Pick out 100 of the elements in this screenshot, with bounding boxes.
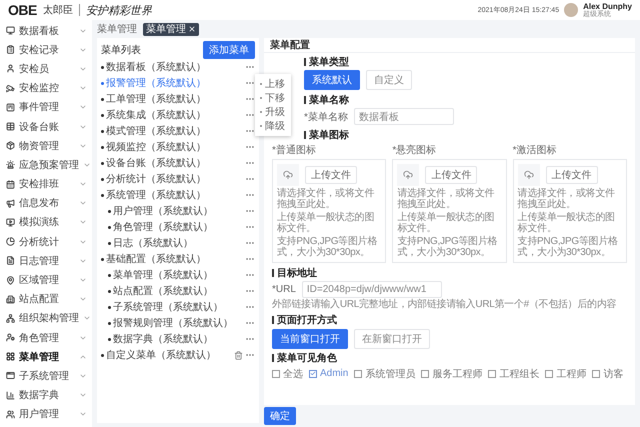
bullet-icon [108,242,111,244]
bullet-icon [101,82,104,84]
upload-cloud-icon [518,164,540,186]
sidebar-item[interactable]: 组织架构管理 [0,308,92,328]
section-heading: 页面打开方式 [277,313,337,327]
section-heading: 菜单名称 [309,94,349,106]
sidebar-item[interactable]: 安检员 [0,59,92,79]
upload-button[interactable]: 上传文件 [425,166,478,184]
bullet-icon [101,162,104,164]
sidebar-item[interactable]: 模拟演练 [0,212,92,232]
menu-tree-item[interactable]: 菜单管理（系统默认） [113,268,243,282]
context-menu-item[interactable]: 上移 [255,77,291,91]
menu-tree-item[interactable]: 自定义菜单（系统默认） [106,348,232,362]
sidebar-item[interactable]: 站点配置 [0,290,92,309]
upload-button[interactable]: 上传文件 [305,166,357,184]
open-mode-button[interactable]: 当前窗口打开 [272,328,348,348]
type-option-button[interactable]: 系统默认 [304,70,360,90]
bullet-icon [108,210,111,212]
bullet-icon [108,274,111,276]
menu-tree-item[interactable]: 系统集成（系统默认） [106,108,243,122]
sidebar-item[interactable]: 区域管理 [0,270,92,290]
page-tab[interactable]: 菜单管理 [143,22,199,36]
checkbox[interactable] [545,370,554,378]
upload-hint: 支持PNG,JPG等图片格式，大小为30*30px。 [518,237,619,258]
monitor-icon [6,26,15,36]
context-menu-item[interactable]: 降级 [255,119,291,133]
upload-hint: 上传菜单一般状态的图标文件。 [397,213,496,234]
sidebar-item[interactable]: 数据看板 [0,21,92,40]
menu-tree-item[interactable]: 工单管理（系统默认） [106,92,243,106]
sidebar-item[interactable]: 安检排班 [0,174,92,194]
panel-title: 菜单配置 [264,38,635,53]
window-icon [6,371,15,380]
sidebar-item[interactable]: 应急预案管理 [0,155,92,174]
clipboard-icon [6,45,15,54]
menu-tree-item[interactable]: 基础配置（系统默认） [106,252,243,266]
checkbox[interactable] [592,370,600,378]
menu-tree-item[interactable]: 站点配置（系统默认） [113,284,243,298]
upload-button[interactable]: 上传文件 [546,166,598,184]
field-label: *悬亮图标 [392,144,438,157]
sidebar-item[interactable]: 安检监控 [0,78,92,98]
checkbox-label: 服务工程师 [432,368,482,380]
bullet-icon [108,226,111,228]
menu-tree-item[interactable]: 子系统管理（系统默认） [113,300,243,314]
checkbox[interactable] [354,370,362,378]
checkbox-label: 访客 [603,368,624,380]
sidebar-item[interactable]: 分析统计 [0,232,92,252]
upload-area[interactable]: 上传文件 请选择文件，或将文件拖拽至此处。 上传菜单一般状态的图标文件。 支持PNG,JPG等图片格式，大小为30*30px。 [512,159,627,263]
sidebar-item[interactable]: 菜单管理 [0,347,92,366]
bullet-icon [101,146,104,148]
sidebar-item[interactable]: 事件管理 [0,98,92,117]
sidebar-item[interactable]: 物资管理 [0,136,92,156]
upload-area[interactable]: 上传文件 请选择文件，或将文件拖拽至此处。 上传菜单一般状态的图标文件。 支持PNG,JPG等图片格式，大小为30*30px。 [272,159,386,263]
menu-tree-item[interactable]: 报警规则管理（系统默认） [113,316,243,330]
upload-hint: 支持PNG,JPG等图片格式，大小为30*30px。 [397,237,498,258]
checkbox[interactable] [272,370,280,378]
sidebar-item[interactable]: 安检记录 [0,40,92,60]
menu-tree-item[interactable]: 系统管理（系统默认） [106,188,243,202]
checkbox[interactable] [421,370,430,378]
panel-title: 菜单列表 [101,44,141,57]
add-menu-button[interactable]: 添加菜单 [203,41,255,59]
context-menu-item[interactable]: 升级 [255,105,291,119]
type-option-button[interactable]: 自定义 [366,70,412,90]
menu-tree-item[interactable]: 模式管理（系统默认） [106,124,243,138]
checkbox[interactable] [309,370,317,378]
confirm-button[interactable]: 确定 [264,407,296,425]
menu-tree-item[interactable]: 视频监控（系统默认） [106,140,243,154]
sidebar-item[interactable]: 用户管理 [0,404,92,424]
map-pin-icon [6,276,15,285]
menu-tree-item[interactable]: 报警管理（系统默认） [106,76,243,90]
sidebar-item[interactable]: 日志管理 [0,251,92,270]
menu-tree-item[interactable]: 分析统计（系统默认） [106,172,243,186]
trash-icon[interactable] [234,350,243,360]
bullet-icon [101,114,104,116]
kanban-icon [6,102,15,112]
menu-name-field[interactable]: 数据看板 [354,108,454,125]
breadcrumb[interactable]: 菜单管理 [97,22,137,36]
sidebar-item[interactable]: 角色管理 [0,328,92,348]
url-hint: 外部链接请输入URL完整地址，内部链接请输入URL第一个#（不包括）后的内容 [272,300,618,310]
upload-cloud-icon [277,164,299,186]
menu-tree-item[interactable]: 数据看板（系统默认） [106,60,243,74]
upload-hint: 请选择文件，或将文件拖拽至此处。 [277,189,376,210]
sidebar-item[interactable]: 设备台账 [0,116,92,136]
close-icon[interactable] [188,25,196,33]
sidebar-item[interactable]: 信息发布 [0,194,92,213]
checkbox[interactable] [488,370,496,378]
field-label: *菜单名称 [304,110,348,124]
bullet-icon [101,258,104,260]
upload-area[interactable]: 上传文件 请选择文件，或将文件拖拽至此处。 上传菜单一般状态的图标文件。 支持PNG,JPG等图片格式，大小为30*30px。 [392,159,507,263]
calendar-icon [6,180,15,189]
menu-tree-item[interactable]: 角色管理（系统默认） [113,220,243,234]
open-mode-button[interactable]: 在新窗口打开 [354,328,430,348]
url-field[interactable]: ID=2048p=djw/djwww/ww1 [302,281,442,298]
context-menu-item[interactable]: 下移 [255,91,291,105]
menu-tree-item[interactable]: 日志（系统默认） [113,236,243,250]
menu-tree-item[interactable]: 数据字典（系统默认） [113,332,243,346]
menu-tree-item[interactable]: 用户管理（系统默认） [113,204,243,218]
sidebar-item[interactable]: 数据字典 [0,386,92,405]
sidebar-item[interactable]: 子系统管理 [0,366,92,386]
menu-tree-item[interactable]: 设备台账（系统默认） [106,156,243,170]
bullet-icon [108,290,111,292]
